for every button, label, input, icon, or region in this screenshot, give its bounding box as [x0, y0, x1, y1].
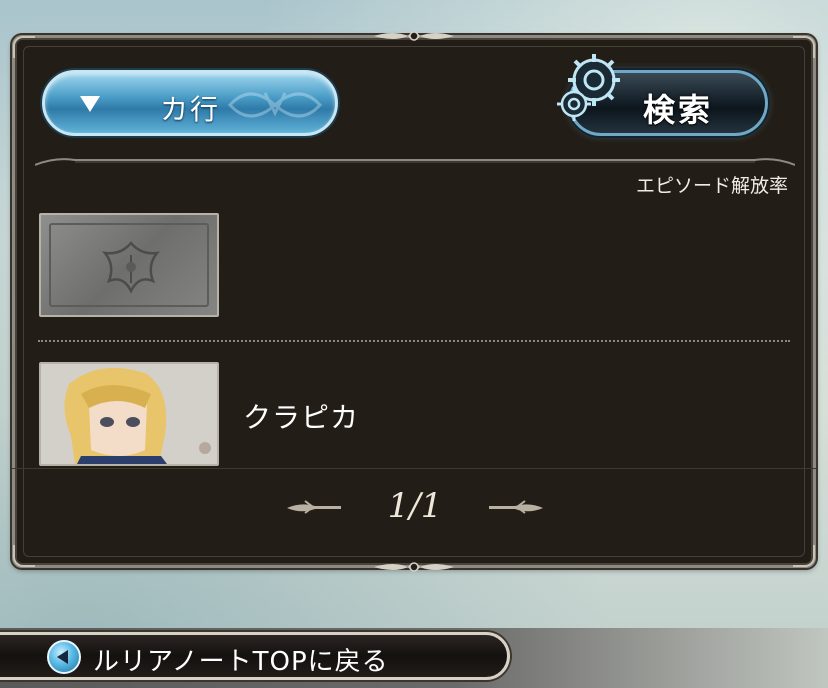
back-to-top-button[interactable]: ルリアノートTOPに戻る	[0, 632, 510, 680]
page-indicator: 1/1	[387, 486, 443, 526]
corner-ornament	[793, 36, 815, 58]
panel-bottom-ornament-icon	[374, 562, 454, 572]
corner-ornament	[13, 36, 35, 58]
back-to-top-label: ルリアノートTOPに戻る	[93, 647, 389, 677]
row-divider	[38, 340, 790, 342]
locked-character-thumbnail[interactable]	[39, 213, 219, 317]
list-bottom-divider	[12, 468, 816, 469]
corner-ornament	[13, 545, 35, 567]
character-name[interactable]: クラピカ	[243, 396, 359, 436]
corner-ornament	[793, 545, 815, 567]
episode-release-rate-label: エピソード解放率	[635, 175, 788, 197]
kana-filter-label: カ行	[160, 93, 221, 126]
kana-filter-dropdown[interactable]: カ行	[42, 70, 338, 136]
character-portrait-icon	[41, 364, 217, 464]
header-divider	[35, 158, 795, 166]
dropdown-triangle-icon	[80, 96, 100, 112]
crest-watermark-icon	[227, 92, 323, 118]
pagination: 1/1	[285, 486, 545, 530]
search-button-label: 検索	[643, 91, 714, 129]
locked-crest-icon	[102, 241, 160, 294]
character-thumbnail[interactable]	[39, 362, 219, 466]
next-page-arrow-icon[interactable]	[487, 498, 545, 516]
prev-page-arrow-icon[interactable]	[285, 498, 343, 516]
panel-top-ornament-icon	[374, 31, 454, 41]
back-arrow-icon	[47, 640, 81, 674]
small-gear-icon	[557, 87, 591, 121]
